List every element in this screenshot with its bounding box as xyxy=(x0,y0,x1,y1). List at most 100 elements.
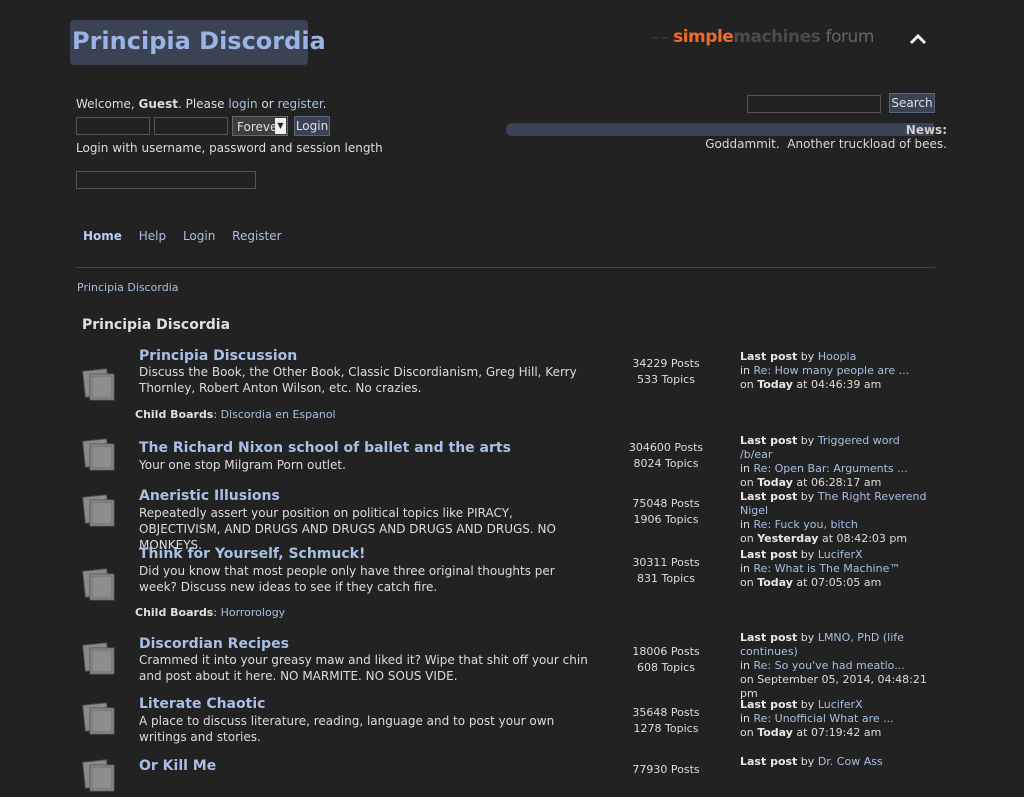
board-last-post: Last post by LuciferX in Re: What is The … xyxy=(740,548,935,590)
last-post-time-line: on Yesterday at 08:42:03 pm xyxy=(740,532,935,546)
board-stats: 34229 Posts 533 Topics xyxy=(621,356,711,388)
last-post-topic-link[interactable]: Re: What is The Machine™ xyxy=(754,562,901,575)
breadcrumb[interactable]: Principia Discordia xyxy=(77,281,179,294)
board-post-count: 18006 Posts xyxy=(632,645,700,658)
password-field[interactable] xyxy=(154,117,228,135)
board-icon[interactable] xyxy=(82,700,118,736)
last-post-day: Today xyxy=(757,576,793,589)
smf-logo[interactable]: ~~ simplemachines forum xyxy=(650,27,874,47)
dropdown-arrow-icon: ▼ xyxy=(275,118,286,134)
last-post-label: Last post xyxy=(740,698,798,711)
board-description: Discuss the Book, the Other Book, Classi… xyxy=(139,365,577,395)
search-button[interactable]: Search xyxy=(889,93,935,113)
last-post-time: at 07:05:05 am xyxy=(792,576,882,589)
by-text: by xyxy=(797,490,818,503)
last-post-time-line: on Today at 06:28:17 am xyxy=(740,476,935,490)
last-post-time: at 07:19:42 am xyxy=(792,726,882,739)
menu-item-register[interactable]: Register xyxy=(232,229,281,243)
welcome-prefix: Welcome, xyxy=(76,97,139,111)
menu-item-home[interactable]: Home xyxy=(83,229,122,243)
last-post-time-line: on Today at 07:05:05 am xyxy=(740,576,935,590)
board-last-post: Last post by Hoopla in Re: How many peopl… xyxy=(740,350,935,392)
last-post-topic-line: in Re: Open Bar: Arguments ... xyxy=(740,462,935,476)
board-title[interactable]: Literate Chaotic xyxy=(139,696,265,712)
chevron-up-icon[interactable] xyxy=(908,32,928,50)
last-post-user-link[interactable]: Hoopla xyxy=(818,350,857,363)
last-post-topic-line: in Re: So you've had meatlo... xyxy=(740,659,935,673)
board-post-count: 304600 Posts xyxy=(628,441,704,454)
child-boards: Child Boards: Horrorology xyxy=(135,606,286,619)
in-text: in xyxy=(740,562,754,575)
period-text: . xyxy=(322,97,327,111)
board-post-count: 35648 Posts xyxy=(632,706,700,719)
in-text: in xyxy=(740,712,754,725)
child-boards-label: Child Boards xyxy=(135,606,214,619)
board-title[interactable]: Aneristic Illusions xyxy=(139,488,280,504)
last-post-topic-link[interactable]: Re: Unofficial What are ... xyxy=(754,712,894,725)
board-icon[interactable] xyxy=(82,436,118,472)
last-post-label: Last post xyxy=(740,350,798,363)
last-post-time: at 04:46:39 am xyxy=(792,378,882,391)
menu-divider xyxy=(77,267,935,268)
board-icon[interactable] xyxy=(82,492,118,528)
board-topic-count: 533 Topics xyxy=(637,373,695,386)
board-icon[interactable] xyxy=(82,366,118,402)
username-field[interactable] xyxy=(76,117,150,135)
last-post-user-link[interactable]: LuciferX xyxy=(818,698,863,711)
in-text: in xyxy=(740,659,754,672)
child-boards: Child Boards: Discordia en Espanol xyxy=(135,408,336,421)
last-post-topic-link[interactable]: Re: Open Bar: Arguments ... xyxy=(754,462,908,475)
menu-item-login[interactable]: Login xyxy=(183,229,215,243)
board-stats: 35648 Posts 1278 Topics xyxy=(621,705,711,737)
search-input[interactable] xyxy=(747,95,881,113)
last-post-label: Last post xyxy=(740,631,798,644)
board-post-count: 30311 Posts xyxy=(632,556,700,569)
forum-title[interactable]: Principia Discordia xyxy=(72,27,326,55)
board-icon[interactable] xyxy=(82,757,118,793)
board-title[interactable]: The Richard Nixon school of ballet and t… xyxy=(139,440,511,456)
last-post-day: Today xyxy=(757,378,793,391)
login-button[interactable]: Login xyxy=(294,116,330,136)
by-text: by xyxy=(797,548,818,561)
board-post-count: 77930 Posts xyxy=(632,763,700,776)
board-title[interactable]: Discordian Recipes xyxy=(139,636,289,652)
board-icon[interactable] xyxy=(82,640,118,676)
last-post-topic-line: in Re: How many people are ... xyxy=(740,364,935,378)
category-title[interactable]: Principia Discordia xyxy=(82,317,230,333)
child-boards-label: Child Boards xyxy=(135,408,214,421)
last-post-topic-link[interactable]: Re: How many people are ... xyxy=(754,364,910,377)
news-bar xyxy=(506,123,934,136)
login-link[interactable]: login xyxy=(228,97,257,111)
logo-word-machines: machines xyxy=(733,27,821,47)
on-text: on xyxy=(740,673,758,686)
register-link[interactable]: register xyxy=(277,97,322,111)
last-post-user-link[interactable]: LuciferX xyxy=(818,548,863,561)
last-post-day: Yesterday xyxy=(757,532,819,545)
board-title[interactable]: Think for Yourself, Schmuck! xyxy=(139,546,365,562)
in-text: in xyxy=(740,518,754,531)
board-title[interactable]: Or Kill Me xyxy=(139,758,216,774)
last-post-topic-link[interactable]: Re: So you've had meatlo... xyxy=(754,659,905,672)
on-text: on xyxy=(740,378,758,391)
child-board-link[interactable]: Horrorology xyxy=(221,606,286,619)
board-icon[interactable] xyxy=(82,566,118,602)
session-length-select[interactable]: Forever ▼ xyxy=(232,116,288,136)
last-post-line: Last post by Hoopla xyxy=(740,350,935,364)
last-post-time-line: on Today at 04:46:39 am xyxy=(740,378,935,392)
board-topic-count: 1906 Topics xyxy=(633,513,699,526)
menu-item-help[interactable]: Help xyxy=(139,229,166,243)
board-stats: 304600 Posts 8024 Topics xyxy=(621,440,711,472)
board-topic-count: 608 Topics xyxy=(637,661,695,674)
board-topic-count: 831 Topics xyxy=(637,572,695,585)
openid-field[interactable] xyxy=(76,171,256,189)
in-text: in xyxy=(740,364,754,377)
last-post-time-line: on Today at 07:19:42 am xyxy=(740,726,935,740)
last-post-user-link[interactable]: Dr. Cow Ass xyxy=(818,755,883,768)
or-text: or xyxy=(257,97,278,111)
last-post-topic-link[interactable]: Re: Fuck you, bitch xyxy=(754,518,858,531)
board-last-post: Last post by Triggered word /b/ear in Re:… xyxy=(740,434,935,490)
main-menu: Home Help Login Register xyxy=(83,229,295,243)
board-title[interactable]: Principia Discussion xyxy=(139,348,297,364)
child-board-link[interactable]: Discordia en Espanol xyxy=(221,408,336,421)
last-post-label: Last post xyxy=(740,755,798,768)
